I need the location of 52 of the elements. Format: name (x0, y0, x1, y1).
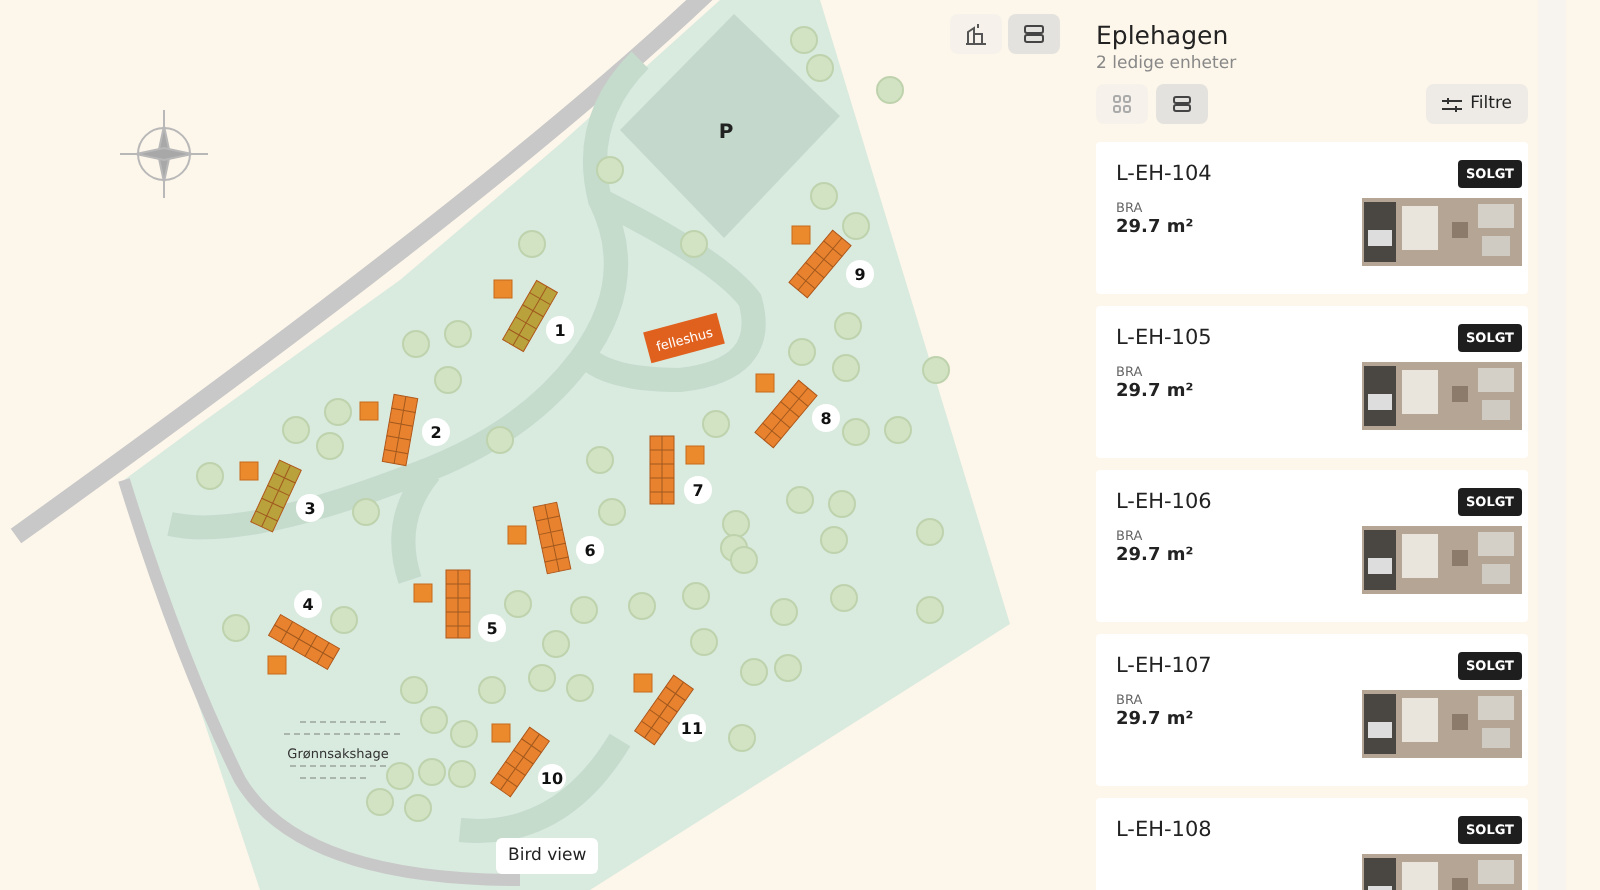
shed (491, 723, 511, 743)
grid-icon (1112, 94, 1132, 114)
plot-number[interactable]: 6 (576, 536, 604, 564)
unit-name: L-EH-108 (1116, 818, 1212, 842)
available-units-count: 2 ledige enheter (1096, 54, 1239, 74)
shed (239, 461, 259, 481)
plot-number[interactable]: 10 (538, 764, 566, 792)
parking-label: P (718, 122, 734, 144)
shed (633, 673, 653, 693)
cabin[interactable] (532, 501, 572, 575)
filter-button[interactable]: Filtre (1426, 84, 1528, 124)
project-title: Eplehagen (1096, 20, 1231, 50)
plot-number[interactable]: 7 (684, 476, 712, 504)
plot-number[interactable]: 11 (678, 714, 706, 742)
cabin[interactable] (381, 393, 419, 467)
cabin[interactable] (250, 459, 302, 533)
shed (413, 583, 433, 603)
area-value: 29.7 m² (1116, 546, 1194, 566)
sliders-icon (1442, 95, 1463, 113)
list-view-button[interactable] (1156, 84, 1208, 124)
buildings-view-button[interactable] (950, 14, 1002, 54)
plot-number[interactable]: 4 (294, 590, 322, 618)
shed (755, 373, 775, 393)
unit-name: L-EH-105 (1116, 326, 1212, 350)
garden-patch (283, 721, 401, 779)
list-icon (1172, 94, 1192, 114)
plot-number[interactable]: 8 (812, 404, 840, 432)
tree (876, 76, 904, 104)
plot-number[interactable]: 9 (846, 260, 874, 288)
unit-name: L-EH-107 (1116, 654, 1212, 678)
plot-number[interactable]: 2 (422, 418, 450, 446)
unit-name: L-EH-106 (1116, 490, 1212, 514)
area-value: 29.7 m² (1116, 382, 1194, 402)
list-icon (1022, 22, 1046, 46)
shed (791, 225, 811, 245)
area-value: 29.7 m² (1116, 218, 1194, 238)
area-value: 29.7 m² (1116, 710, 1194, 730)
cabin[interactable] (268, 614, 340, 670)
shed (493, 279, 513, 299)
list-view-button[interactable] (1008, 14, 1060, 54)
shed (359, 401, 379, 421)
buildings-icon (964, 22, 988, 46)
plot-number[interactable]: 1 (546, 316, 574, 344)
tree (922, 356, 950, 384)
shed (685, 445, 705, 465)
unit-name: L-EH-104 (1116, 162, 1212, 186)
plot-number[interactable]: 3 (296, 494, 324, 522)
bird-view-button[interactable]: Bird view (496, 838, 599, 874)
shed (507, 525, 527, 545)
compass-icon (119, 109, 209, 199)
shed (267, 655, 287, 675)
plot-number[interactable]: 5 (478, 614, 506, 642)
